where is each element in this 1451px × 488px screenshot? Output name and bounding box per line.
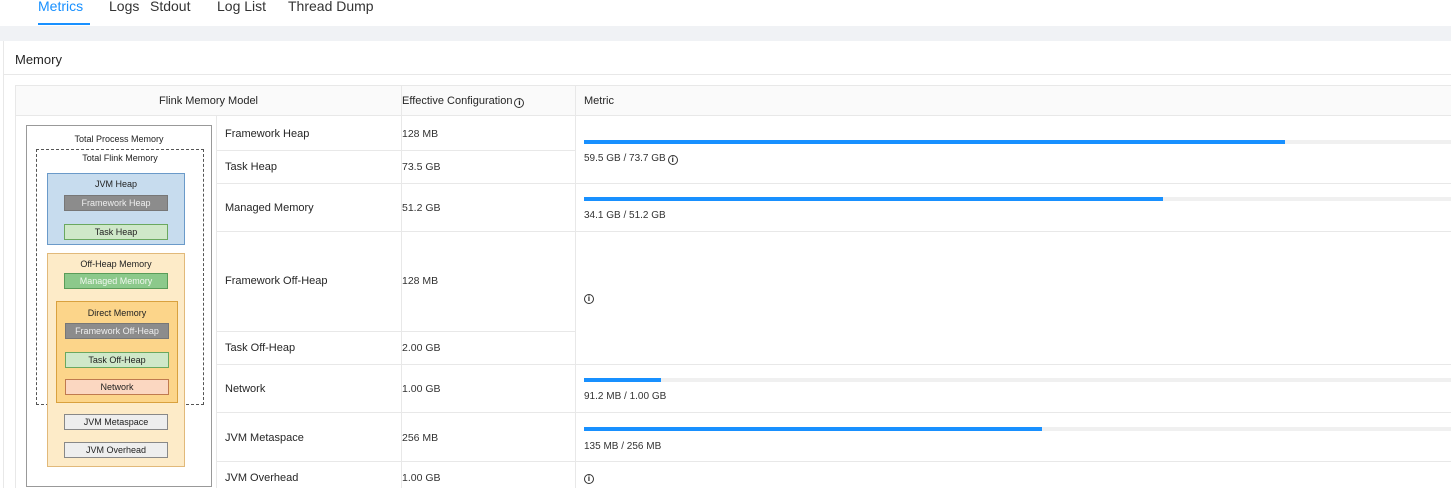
block-task-heap: Task Heap <box>64 224 168 240</box>
managed-metric-text: 34.1 GB / 51.2 GB <box>584 210 666 221</box>
card-header: Memory <box>4 41 1451 75</box>
row-divider <box>216 183 1451 184</box>
row-name-jvm-metaspace: JVM Metaspace <box>225 432 304 444</box>
managed-progress-bar <box>584 197 1451 201</box>
row-divider <box>216 364 1451 365</box>
content-background <box>0 26 1451 41</box>
block-task-off-heap: Task Off-Heap <box>65 352 169 368</box>
tab-logs[interactable]: Logs <box>109 0 139 14</box>
direct-memory-box: Direct Memory Framework Off-Heap Task Of… <box>56 301 178 403</box>
label-direct-memory: Direct Memory <box>87 308 147 318</box>
config-framework-off-heap: 128 MB <box>402 275 439 287</box>
block-jvm-overhead: JVM Overhead <box>64 442 168 458</box>
header-metric: Metric <box>584 95 614 107</box>
overhead-metric: i <box>582 472 594 484</box>
col-divider <box>575 86 576 488</box>
heap-progress-fill <box>584 140 1286 144</box>
tab-bar: Metrics Logs Stdout Log List Thread Dump <box>0 0 1451 26</box>
info-icon[interactable]: i <box>584 294 594 304</box>
tab-thread-dump[interactable]: Thread Dump <box>288 0 374 14</box>
col-divider <box>216 116 217 488</box>
flink-memory-model-diagram: Total Process Memory Total Flink Memory … <box>26 125 212 487</box>
info-icon[interactable]: i <box>667 155 678 165</box>
config-task-off-heap: 2.00 GB <box>402 342 441 354</box>
tab-metrics[interactable]: Metrics <box>38 0 83 14</box>
block-managed-memory: Managed Memory <box>64 273 168 289</box>
info-icon[interactable]: i <box>514 98 525 108</box>
row-name-framework-heap: Framework Heap <box>225 128 310 140</box>
network-metric-text: 91.2 MB / 1.00 GB <box>584 391 667 402</box>
info-icon[interactable]: i <box>584 474 594 484</box>
memory-card: Memory Flink Memory Model Effective Conf… <box>3 41 1451 488</box>
memory-table: Flink Memory Model Effective Configurati… <box>15 85 1451 488</box>
label-total-flink-memory: Total Flink Memory <box>82 153 158 163</box>
col-divider <box>401 86 402 488</box>
row-name-task-off-heap: Task Off-Heap <box>225 342 296 354</box>
label-off-heap-memory: Off-Heap Memory <box>80 259 152 269</box>
row-name-jvm-overhead: JVM Overhead <box>225 472 299 484</box>
config-jvm-overhead: 1.00 GB <box>402 472 441 484</box>
managed-progress-fill <box>584 197 1163 201</box>
network-progress-fill <box>584 378 662 382</box>
row-divider <box>216 412 1451 413</box>
header-model: Flink Memory Model <box>158 95 259 107</box>
row-divider <box>216 331 575 332</box>
label-jvm-heap: JVM Heap <box>94 179 138 189</box>
heap-metric-text: 59.5 GB / 73.7 GB <box>584 153 666 164</box>
metaspace-progress-fill <box>584 427 1042 431</box>
tab-stdout[interactable]: Stdout <box>150 0 190 14</box>
jvm-heap-box: JVM Heap Framework Heap Task Heap <box>47 173 185 245</box>
block-framework-off-heap: Framework Off-Heap <box>65 323 169 339</box>
table-header: Flink Memory Model Effective Configurati… <box>16 86 1451 116</box>
header-config: Effective Configuration i <box>402 86 525 116</box>
row-name-framework-off-heap: Framework Off-Heap <box>225 275 328 287</box>
row-name-network: Network <box>225 383 266 395</box>
row-divider <box>216 150 575 151</box>
row-name-task-heap: Task Heap <box>225 161 277 173</box>
config-jvm-metaspace: 256 MB <box>402 432 439 444</box>
config-task-heap: 73.5 GB <box>402 161 441 173</box>
heap-metric: 59.5 GB / 73.7 GB i <box>584 153 678 165</box>
header-config-label: Effective Configuration <box>402 95 513 107</box>
metaspace-metric-text: 135 MB / 256 MB <box>584 441 662 452</box>
active-tab-indicator <box>38 23 90 25</box>
label-total-process-memory: Total Process Memory <box>74 134 164 144</box>
config-managed-memory: 51.2 GB <box>402 202 441 214</box>
block-jvm-metaspace: JVM Metaspace <box>64 414 168 430</box>
heap-progress-bar <box>584 140 1451 144</box>
off-heap-metric: i <box>582 292 594 304</box>
row-divider <box>216 461 1451 462</box>
tab-log-list[interactable]: Log List <box>217 0 266 14</box>
config-network: 1.00 GB <box>402 383 441 395</box>
block-network: Network <box>65 379 169 395</box>
row-divider <box>216 231 1451 232</box>
row-name-managed-memory: Managed Memory <box>225 202 314 214</box>
metaspace-progress-bar <box>584 427 1451 431</box>
section-title: Memory <box>15 52 62 67</box>
network-progress-bar <box>584 378 1451 382</box>
config-framework-heap: 128 MB <box>402 128 439 140</box>
block-framework-heap: Framework Heap <box>64 195 168 211</box>
